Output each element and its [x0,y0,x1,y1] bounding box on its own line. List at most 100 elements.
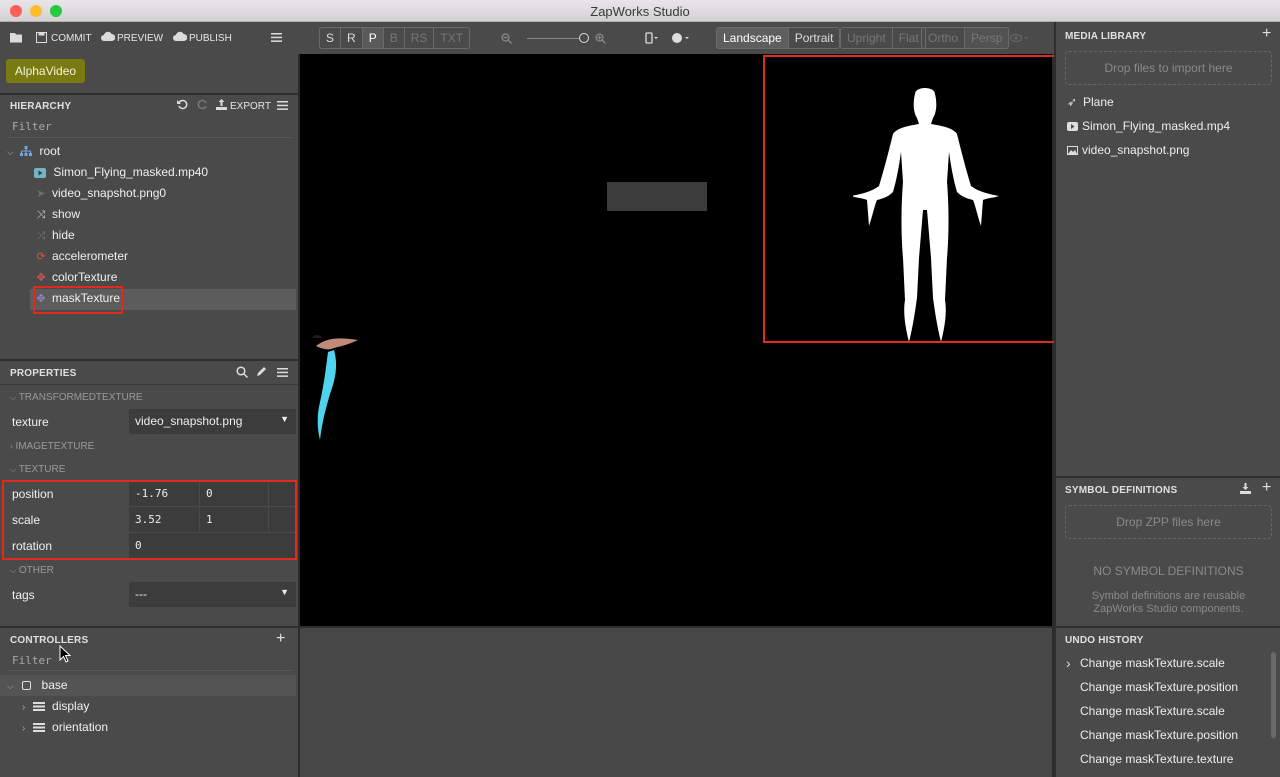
properties-menu-icon[interactable] [277,368,288,377]
controller-item-display[interactable]: › display [22,696,89,717]
mode-s-button[interactable]: S [320,28,342,48]
hierarchy-icon [20,146,33,157]
section-texture[interactable]: ⌵ TEXTURE [10,464,65,475]
undo-item[interactable]: Change maskTexture.position [1080,680,1238,694]
divider [1056,476,1280,478]
divider [0,359,298,361]
divider [0,626,298,628]
controller-item-base[interactable]: ⌵ base [7,675,68,696]
landscape-button[interactable]: Landscape [717,28,789,48]
mode-rs-button[interactable]: RS [405,28,435,48]
hierarchy-title: HIERARCHY [10,101,72,112]
upright-button[interactable]: Upright [841,28,893,48]
mode-r-button[interactable]: R [341,28,363,48]
dropdown-arrow-icon: ▼ [280,414,289,424]
flat-button[interactable]: Flat [893,28,925,48]
chevron-right-icon: › [1066,655,1071,671]
ortho-button[interactable]: Ortho [922,28,966,48]
filter-underline [8,137,291,138]
divider [1054,22,1056,777]
texture-select[interactable]: video_snapshot.png ▼ [129,409,296,434]
tags-property-row: tags --- ▼ [0,582,296,608]
properties-title: PROPERTIES [10,368,77,379]
redo-icon[interactable] [197,99,208,110]
commit-button[interactable]: COMMIT [51,33,92,44]
undo-item[interactable]: Change maskTexture.texture [1080,752,1233,766]
undo-icon[interactable] [177,99,188,110]
media-item-plane[interactable]: ➶ Plane [1067,95,1114,109]
visibility-dropdown-icon[interactable] [1010,33,1030,43]
texture-label: texture [12,415,49,429]
section-other[interactable]: ⌵ OTHER [10,565,54,576]
shuffle-icon: ⤨ [36,209,46,221]
undo-scrollbar[interactable] [1271,652,1276,738]
rocket-icon: ➶ [1067,95,1078,109]
tags-label: tags [12,588,35,602]
tree-item-accelerometer[interactable]: ⟳ accelerometer [34,246,128,267]
divider [1056,626,1280,628]
projection-toggle-group: Ortho Persp [921,27,1010,49]
tree-item-image[interactable]: ➤ video_snapshot.png0 [34,183,166,204]
search-icon[interactable] [236,366,248,378]
zoom-in-icon[interactable] [595,33,606,44]
no-symbols-desc: Symbol definitions are reusable [1091,590,1246,602]
mode-txt-button[interactable]: TXT [434,28,469,48]
image-icon: ➤ [36,188,46,200]
no-symbols-desc-2: ZapWorks Studio components. [1093,603,1244,615]
tags-select[interactable]: --- ▼ [129,582,296,607]
section-image-texture[interactable]: › IMAGETEXTURE [10,441,94,452]
publish-button[interactable]: PUBLISH [189,33,232,44]
tree-item-root[interactable]: ⌵ root [7,141,60,162]
mode-toggle-group: S R P B RS TXT [319,27,471,49]
project-button[interactable]: AlphaVideo [6,59,85,83]
hierarchy-menu-icon[interactable] [277,101,288,110]
export-icon [216,99,227,110]
symbol-drop-zone[interactable]: Drop ZPP files here [1065,505,1272,539]
zoom-out-icon[interactable] [501,33,512,44]
tree-item-video[interactable]: Simon_Flying_masked.mp40 [34,162,208,183]
preview-button[interactable]: PREVIEW [117,33,163,44]
export-button[interactable]: EXPORT [230,101,271,112]
symbol-definitions-title: SYMBOL DEFINITIONS [1065,485,1178,496]
media-item-image[interactable]: video_snapshot.png [1067,143,1189,157]
tree-item-show[interactable]: ⤨ show [34,204,80,225]
save-icon [36,32,47,43]
add-symbol-icon[interactable]: + [1262,479,1271,497]
cloud-publish-icon [173,31,187,41]
portrait-button[interactable]: Portrait [789,28,840,48]
image-icon [1067,146,1078,156]
undo-item[interactable]: Change maskTexture.scale [1080,704,1225,718]
menu-icon[interactable] [271,33,282,42]
add-media-icon[interactable]: + [1262,25,1271,43]
video-hand-fragment [312,335,358,440]
controllers-filter-input[interactable]: Filter [12,654,52,667]
refresh-icon: ⟳ [36,251,46,263]
media-item-video[interactable]: Simon_Flying_masked.mp4 [1067,119,1230,133]
list-icon [32,702,45,712]
pencil-icon[interactable] [256,366,267,377]
controller-item-orientation[interactable]: › orientation [22,717,108,738]
mode-p-button[interactable]: P [362,28,384,48]
persp-button[interactable]: Persp [965,28,1009,48]
mode-b-button[interactable]: B [384,28,405,48]
undo-item[interactable]: Change maskTexture.position [1080,728,1238,742]
hierarchy-filter-input[interactable]: Filter [12,120,52,133]
orientation-toggle-group: Landscape Portrait [716,27,841,49]
open-folder-icon[interactable] [10,32,23,43]
main-toolbar: COMMIT PREVIEW PUBLISH [0,22,298,54]
checkbox-icon [22,681,32,691]
import-icon[interactable] [1240,483,1251,494]
tree-item-hide[interactable]: ⤨ hide [34,225,75,246]
zoom-slider-track[interactable] [527,38,583,39]
add-controller-icon[interactable]: + [276,630,285,648]
undo-item[interactable]: Change maskTexture.scale [1080,656,1225,670]
tree-item-color-texture[interactable]: ✥ colorTexture [34,267,117,288]
globe-dropdown-icon[interactable] [671,32,691,44]
video-icon [1067,122,1078,132]
divider [0,384,298,385]
device-dropdown-icon[interactable] [645,32,659,44]
media-drop-zone[interactable]: Drop files to import here [1065,51,1272,85]
plane-placeholder[interactable] [607,182,707,211]
section-transformed-texture[interactable]: ⌵ TRANSFORMEDTEXTURE [10,392,143,403]
zoom-slider-thumb[interactable] [579,33,589,43]
